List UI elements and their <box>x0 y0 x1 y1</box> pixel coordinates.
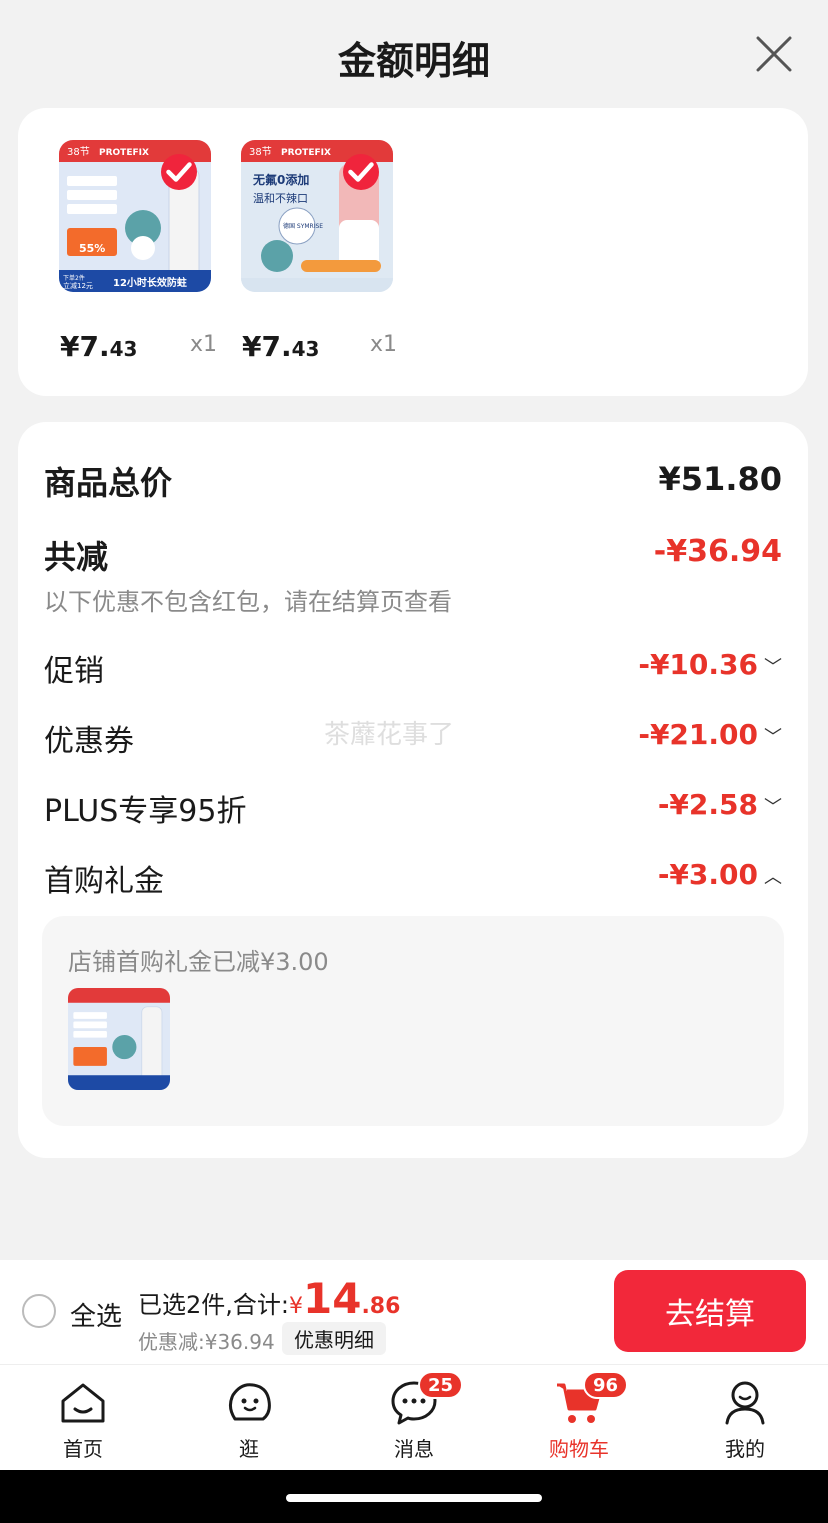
amount-detail-sheet: 金额明细 38节 PROTEFIX 55% 下单2件 立减12元 12小时长效防… <box>0 0 828 1260</box>
sheet-title: 金额明细 <box>337 39 490 83</box>
first-purchase-gift-detail: 店铺首购礼金已减¥3.00 <box>42 916 784 1126</box>
svg-text:立减12元: 立减12元 <box>63 281 93 290</box>
checkout-button[interactable]: 去结算 <box>614 1270 806 1352</box>
gift-text: 店铺首购礼金已减¥3.00 <box>68 948 329 976</box>
coupon-value[interactable]: -¥21.00 ﹀ <box>638 718 782 751</box>
gift-product-image <box>68 988 170 1090</box>
promotion-value[interactable]: -¥10.36 ﹀ <box>638 648 782 681</box>
chevron-down-icon: ﹀ <box>764 727 782 748</box>
tab-profile[interactable]: 我的 <box>685 1377 805 1462</box>
tab-cart[interactable]: 购物车 96 <box>519 1371 639 1462</box>
svg-text:38节: 38节 <box>67 146 90 158</box>
home-indicator[interactable] <box>286 1494 542 1502</box>
promotion-label[interactable]: 促销 <box>44 646 104 690</box>
first-purchase-gift-value[interactable]: -¥3.00 ︿ <box>658 858 782 891</box>
product-image[interactable]: 38节 PROTEFIX 55% 下单2件 立减12元 12小时长效防蛀 <box>59 140 211 292</box>
chevron-down-icon: ﹀ <box>764 797 782 818</box>
svg-text:55%: 55% <box>79 242 105 255</box>
profile-icon <box>725 1381 765 1425</box>
svg-text:下单2件: 下单2件 <box>63 274 85 282</box>
select-all-checkbox[interactable] <box>22 1294 56 1328</box>
reduce-value: -¥36.94 <box>653 534 782 569</box>
reduce-label: 共减 <box>44 538 109 576</box>
selected-check-icon <box>161 154 197 190</box>
total-value: ¥51.80 <box>658 460 782 498</box>
svg-text:PROTEFIX: PROTEFIX <box>281 148 331 158</box>
tab-home[interactable]: 首页 <box>23 1377 143 1462</box>
coupon-label[interactable]: 优惠券 <box>44 716 134 760</box>
total-label: 商品总价 <box>44 464 173 502</box>
product-quantity: x1 <box>370 332 398 357</box>
chevron-up-icon: ︿ <box>764 867 782 888</box>
price-detail-card: 商品总价 ¥51.80 共减 -¥36.94 以下优惠不包含红包，请在结算页查看… <box>18 422 808 1158</box>
svg-text:PROTEFIX: PROTEFIX <box>99 148 149 158</box>
svg-text:12小时长效防蛀: 12小时长效防蛀 <box>113 276 187 289</box>
chevron-down-icon: ﹀ <box>764 657 782 678</box>
discount-detail-button[interactable]: 优惠明细 <box>282 1322 386 1355</box>
close-icon[interactable] <box>754 34 794 74</box>
cart-count-badge: 96 <box>583 1371 629 1399</box>
message-count-badge: 25 <box>418 1371 464 1399</box>
home-icon <box>61 1383 105 1423</box>
system-home-area <box>0 1470 828 1523</box>
svg-text:温和不辣口: 温和不辣口 <box>253 191 308 205</box>
plus-discount-value[interactable]: -¥2.58 ﹀ <box>658 788 782 821</box>
svg-text:38节: 38节 <box>249 146 272 158</box>
tab-messages[interactable]: 消息 25 <box>354 1371 474 1462</box>
discount-amount: 优惠减:¥36.94 <box>138 1330 275 1354</box>
svg-text:无氟0添加: 无氟0添加 <box>252 172 309 187</box>
plus-discount-label[interactable]: PLUS专享95折 <box>44 786 247 830</box>
select-all-label[interactable]: 全选 <box>70 1296 122 1333</box>
product-quantity: x1 <box>190 332 218 357</box>
product-image[interactable]: 38节 PROTEFIX 无氟0添加 温和不辣口 德国 SYMRISE <box>241 140 393 292</box>
watermark: 茶蘼花事了 <box>324 720 455 750</box>
first-purchase-gift-label[interactable]: 首购礼金 <box>44 856 164 900</box>
product-price: ¥7.43 <box>242 330 320 363</box>
selected-summary: 已选2件,合计:¥14.86 <box>138 1274 401 1323</box>
product-price: ¥7.43 <box>60 330 138 363</box>
products-card: 38节 PROTEFIX 55% 下单2件 立减12元 12小时长效防蛀 ¥7.… <box>18 108 808 396</box>
reduce-note: 以下优惠不包含红包，请在结算页查看 <box>44 588 452 616</box>
checkout-bar: 全选 已选2件,合计:¥14.86 优惠减:¥36.94 优惠明细 去结算 <box>0 1260 828 1364</box>
tab-browse[interactable]: 逛 <box>189 1377 309 1462</box>
bottom-tab-bar: 首页 逛 消息 25 购物车 96 我的 <box>0 1364 828 1470</box>
svg-text:德国 SYMRISE: 德国 SYMRISE <box>283 222 323 230</box>
selected-check-icon <box>343 154 379 190</box>
browse-icon <box>228 1383 271 1421</box>
